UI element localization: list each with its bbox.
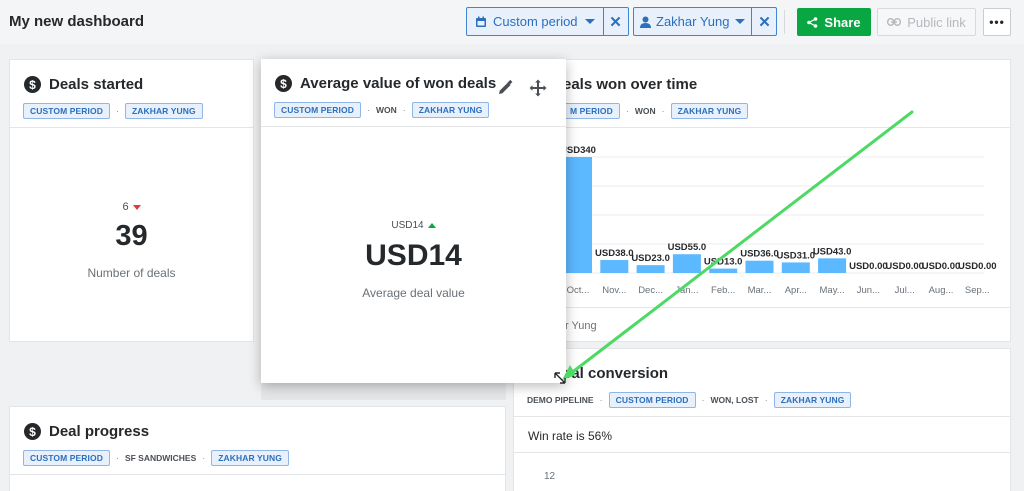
resize-cursor-icon — [554, 372, 566, 384]
annotation-arrow — [562, 110, 914, 380]
